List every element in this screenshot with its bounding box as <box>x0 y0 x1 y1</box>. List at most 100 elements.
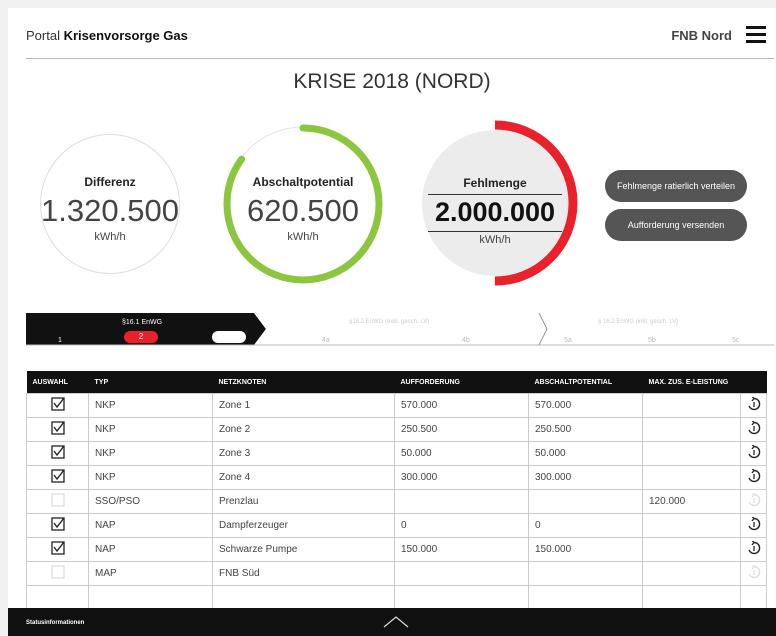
row-action <box>740 561 767 586</box>
send-request-button[interactable]: Aufforderung versenden <box>605 209 747 241</box>
cell-aufforderung <box>394 489 529 514</box>
row-action[interactable] <box>740 393 767 418</box>
cell-abschaltpotential: 570.000 <box>528 393 643 418</box>
cell-netzknoten: FNB Süd <box>212 561 395 586</box>
fehlmenge-divider-bottom <box>428 231 562 232</box>
cell-abschaltpotential: 300.000 <box>528 465 643 490</box>
checkbox-checked-icon[interactable] <box>50 397 65 414</box>
differenz-label: Differenz <box>84 175 136 189</box>
row-action <box>740 489 767 514</box>
table-row[interactable]: NKP Zone 4 300.000 300.000 <box>26 465 767 490</box>
fehlmenge-value: 2.000.000 <box>434 197 556 227</box>
table-row[interactable]: NKP Zone 3 50.000 50.000 <box>26 441 767 466</box>
cell-typ: NAP <box>88 513 213 538</box>
abschaltpotential-metric: Abschaltpotential 620.500 kWh/h <box>222 123 384 285</box>
step3a-label[interactable]: 5a <box>564 337 572 344</box>
row-checkbox[interactable] <box>26 465 89 490</box>
info-action-icon[interactable] <box>747 517 761 534</box>
info-action-icon[interactable] <box>747 421 761 438</box>
row-checkbox[interactable] <box>26 441 89 466</box>
cell-netzknoten: Dampferzeuger <box>212 513 395 538</box>
top-bar: Portal Krisenvorsorge Gas FNB Nord <box>26 26 774 59</box>
cell-netzknoten: Zone 3 <box>212 441 395 466</box>
col-max-leistung[interactable]: MAX. ZUS. E-LEISTUNG <box>642 371 741 394</box>
status-bar: Statusinformationen <box>8 608 776 636</box>
cell-aufforderung: 250.500 <box>394 417 529 442</box>
step1-number[interactable]: 1 <box>58 337 62 344</box>
cell-typ: SSO/PSO <box>88 489 213 514</box>
table-row[interactable]: NAP Dampferzeuger 0 0 <box>26 513 767 538</box>
status-label[interactable]: Statusinformationen <box>26 620 84 626</box>
checkbox-checked-icon[interactable] <box>50 517 65 534</box>
distribute-shortfall-button[interactable]: Fehlmenge ratierlich verteilen <box>605 170 747 202</box>
differenz-unit: kWh/h <box>94 231 126 243</box>
differenz-metric: Differenz 1.320.500 kWh/h <box>40 134 180 274</box>
row-checkbox[interactable] <box>26 537 89 562</box>
table-row[interactable]: MAP FNB Süd <box>26 561 767 586</box>
cell-aufforderung <box>394 561 529 586</box>
step2a-label[interactable]: 4a <box>322 337 330 344</box>
row-action[interactable] <box>740 537 767 562</box>
step3-title: § 16.2 EnWG (inkl. gesch. LV) <box>598 319 679 325</box>
step-progress: §16.1 EnWG 1 2 §16.2 EnWG (exkl. gesch. … <box>26 313 774 353</box>
portal-title[interactable]: Portal Krisenvorsorge Gas <box>26 28 188 43</box>
differenz-value: 1.320.500 <box>41 193 179 228</box>
info-action-icon[interactable] <box>747 445 761 462</box>
organization-name: FNB Nord <box>671 28 732 43</box>
step2b-label[interactable]: 4b <box>462 337 470 344</box>
row-action[interactable] <box>740 513 767 538</box>
col-netzknoten[interactable]: NETZKNOTEN <box>212 371 395 394</box>
portal-prefix: Portal <box>26 28 60 43</box>
fehlmenge-metric: Fehlmenge 2.000.000 kWh/h <box>412 120 578 286</box>
netzknoten-table: AUSWAHL TYP NETZKNOTEN AUFFORDERUNG ABSC… <box>26 371 767 610</box>
cell-abschaltpotential <box>528 489 643 514</box>
chevron-up-icon[interactable] <box>382 615 410 629</box>
row-checkbox[interactable] <box>26 513 89 538</box>
checkbox-checked-icon[interactable] <box>50 541 65 558</box>
cell-max-leistung <box>642 537 741 562</box>
row-checkbox[interactable] <box>26 561 89 586</box>
row-action[interactable] <box>740 417 767 442</box>
cell-typ: NKP <box>88 417 213 442</box>
step2-current-badge[interactable] <box>212 331 246 343</box>
row-action[interactable] <box>740 465 767 490</box>
step3c-label[interactable]: 5c <box>732 337 739 344</box>
col-aufforderung[interactable]: AUFFORDERUNG <box>394 371 529 394</box>
cell-max-leistung <box>642 513 741 538</box>
col-abschaltpotential[interactable]: ABSCHALTPOTENTIAL <box>528 371 643 394</box>
cell-abschaltpotential: 0 <box>528 513 643 538</box>
col-action <box>740 371 767 394</box>
checkbox-checked-icon[interactable] <box>50 421 65 438</box>
cell-aufforderung: 0 <box>394 513 529 538</box>
checkbox-checked-icon[interactable] <box>50 445 65 462</box>
col-auswahl[interactable]: AUSWAHL <box>26 371 89 394</box>
row-checkbox[interactable] <box>26 393 89 418</box>
table-row[interactable]: NKP Zone 1 570.000 570.000 <box>26 393 767 418</box>
portal-name: Krisenvorsorge Gas <box>63 28 188 43</box>
cell-abschaltpotential: 50.000 <box>528 441 643 466</box>
row-action[interactable] <box>740 441 767 466</box>
step2-title: §16.2 EnWG (exkl. gesch. LV) <box>349 319 430 325</box>
col-typ[interactable]: TYP <box>88 371 213 394</box>
info-action-icon[interactable] <box>747 541 761 558</box>
page-title: KRISE 2018 (NORD) <box>293 70 491 93</box>
checkbox-empty-icon[interactable] <box>50 493 65 510</box>
cell-max-leistung <box>642 417 741 442</box>
table-row[interactable]: NKP Zone 2 250.500 250.500 <box>26 417 767 442</box>
cell-abschaltpotential: 250.500 <box>528 417 643 442</box>
row-checkbox[interactable] <box>26 417 89 442</box>
step1-badge[interactable]: 2 <box>124 331 158 343</box>
table-row[interactable]: NAP Schwarze Pumpe 150.000 150.000 <box>26 537 767 562</box>
cell-aufforderung: 50.000 <box>394 441 529 466</box>
checkbox-checked-icon[interactable] <box>50 469 65 486</box>
info-action-icon[interactable] <box>747 397 761 414</box>
checkbox-empty-icon[interactable] <box>50 565 65 582</box>
row-checkbox[interactable] <box>26 489 89 514</box>
info-action-icon[interactable] <box>747 469 761 486</box>
cell-max-leistung <box>642 441 741 466</box>
table-row[interactable]: SSO/PSO Prenzlau 120.000 <box>26 489 767 514</box>
hamburger-icon[interactable] <box>746 26 766 44</box>
fehlmenge-unit: kWh/h <box>479 234 511 246</box>
step3b-label[interactable]: 5b <box>648 337 656 344</box>
cell-typ: NAP <box>88 537 213 562</box>
